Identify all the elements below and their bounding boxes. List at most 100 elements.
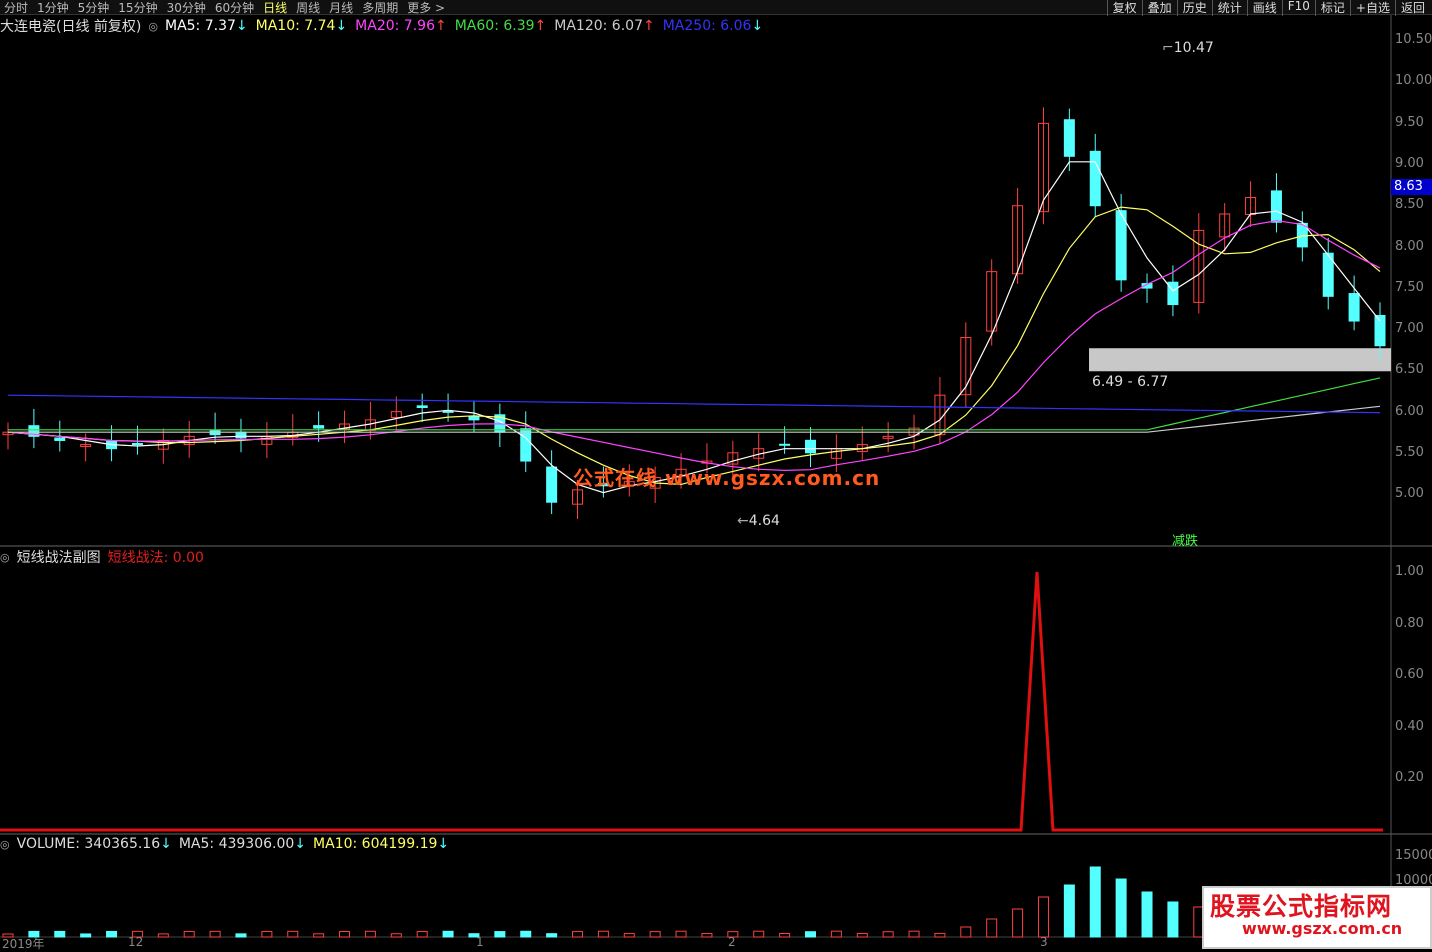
gap-range-label: 6.49 - 6.77	[1092, 374, 1169, 390]
candle-body	[1348, 293, 1360, 322]
volume-bar	[856, 932, 868, 938]
y-tick-label: 1.00	[1395, 564, 1424, 579]
volume-bar	[572, 931, 584, 938]
volume-bar	[494, 931, 506, 938]
low-price-label: ←4.64	[737, 513, 780, 529]
volume-bar	[934, 932, 946, 938]
short-term-signal-line	[0, 571, 1383, 832]
volume-bar	[390, 933, 402, 938]
y-tick-label: 5.00	[1395, 486, 1424, 502]
y-tick-label: 15000	[1395, 848, 1432, 863]
candle-body	[546, 466, 558, 503]
volume-bar	[960, 926, 972, 938]
y-tick-label: 7.50	[1395, 279, 1424, 295]
volume-bar	[442, 930, 454, 938]
volume-bar	[597, 930, 609, 938]
volume-ma10: MA10: 604199.19	[313, 836, 438, 852]
sub-indicator-value: 短线战法: 0.00	[107, 550, 204, 566]
logo-url: www.gszx.com.cn	[1242, 919, 1403, 938]
candle-body	[804, 439, 816, 454]
y-tick-label: 0.80	[1395, 615, 1424, 631]
y-tick-label: 6.50	[1395, 362, 1424, 378]
y-tick-label: 10.50	[1395, 32, 1432, 47]
current-price-flag: 8.63	[1391, 179, 1432, 195]
event-label: 减跌	[1172, 534, 1199, 549]
volume-bar	[986, 918, 998, 938]
volume-bar	[701, 933, 713, 938]
collapse-icon[interactable]: ◎	[0, 551, 10, 564]
volume-bar	[80, 933, 92, 938]
volume-bar	[1012, 908, 1024, 938]
candle-body	[313, 425, 325, 429]
volume-bar	[804, 931, 816, 938]
volume-bar	[623, 933, 635, 938]
volume-bar	[779, 932, 791, 938]
candle-body	[235, 431, 247, 439]
sub-panel-name: 短线战法副图	[16, 550, 101, 566]
candle-body	[779, 443, 791, 446]
volume-bar	[1115, 878, 1127, 938]
gap-zone	[1089, 348, 1391, 372]
volume-bar	[1037, 896, 1049, 938]
watermark: 公式在线 www.gszx.com.cn	[573, 466, 881, 490]
volume-bar	[364, 930, 376, 938]
volume-panel-title: ◎ VOLUME: 340365.16↓ MA5: 439306.00↓ MA1…	[0, 836, 450, 852]
y-tick-label: 9.50	[1395, 114, 1424, 130]
candle-body	[131, 442, 143, 446]
volume-bar	[882, 931, 894, 938]
y-tick-label: 9.00	[1395, 155, 1424, 171]
candle-body	[442, 410, 454, 413]
y-tick-label: 10.00	[1395, 73, 1432, 89]
volume-bar	[830, 930, 842, 938]
volume-bar	[520, 930, 532, 938]
logo-title: 股票公式指标网	[1210, 892, 1393, 921]
sub-panel-title: ◎ 短线战法副图 短线战法: 0.00	[0, 547, 204, 567]
candle-body	[1063, 119, 1075, 157]
volume-bar	[649, 931, 661, 938]
volume-bar	[1089, 866, 1101, 938]
y-tick-label: 8.00	[1395, 238, 1424, 254]
x-tick-label: 3	[1040, 935, 1048, 949]
candle-body	[1374, 314, 1386, 347]
y-tick-label: 0.40	[1395, 718, 1424, 734]
volume-bar	[546, 933, 558, 938]
volume-bar	[313, 933, 325, 938]
y-tick-label: 6.00	[1395, 403, 1424, 419]
volume-bar	[235, 933, 247, 938]
volume-bar	[1141, 891, 1153, 938]
volume-bar	[54, 930, 66, 938]
volume-bar	[183, 930, 195, 938]
candle-body	[1270, 190, 1282, 223]
site-logo: 股票公式指标网 www.gszx.com.cn	[1202, 886, 1432, 949]
candle-body	[416, 405, 428, 409]
candle-body	[520, 428, 532, 462]
y-tick-label: 7.00	[1395, 321, 1424, 337]
volume-bar	[675, 930, 687, 938]
y-tick-label: 5.50	[1395, 445, 1424, 460]
volume-bar	[1063, 884, 1075, 938]
volume-bar	[106, 930, 118, 938]
volume-bar	[753, 930, 765, 938]
volume-ma5: MA5: 439306.00	[178, 836, 295, 852]
ma10-line	[7, 206, 1381, 486]
volume-bar	[209, 930, 221, 938]
y-tick-label: 0.20	[1395, 770, 1424, 785]
x-tick-label: 2019年	[2, 937, 45, 951]
candle-body	[468, 415, 480, 421]
y-tick-label: 8.50	[1395, 197, 1424, 213]
volume-bar	[416, 931, 428, 938]
volume-bar	[908, 930, 920, 938]
x-tick-label: 2	[728, 935, 736, 949]
candle-body	[54, 437, 66, 441]
volume-bar	[157, 933, 169, 938]
collapse-icon[interactable]: ◎	[0, 838, 10, 851]
ma5-line	[7, 161, 1381, 494]
volume-bar	[261, 930, 273, 938]
volume-bar	[339, 931, 351, 938]
volume-bar	[1167, 901, 1179, 938]
high-price-label: ⌐10.47	[1162, 40, 1214, 56]
y-tick-label: 0.60	[1395, 667, 1424, 682]
volume-value: VOLUME: 340365.16	[16, 836, 161, 852]
volume-bar	[287, 930, 299, 938]
x-tick-label: 12	[128, 935, 144, 949]
